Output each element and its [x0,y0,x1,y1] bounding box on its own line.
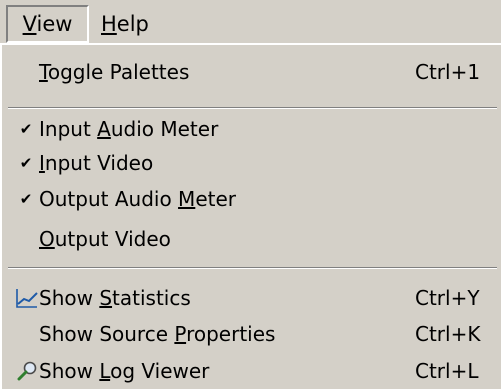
menu-view-label: View [22,12,73,36]
show-statistics-shortcut: Ctrl+Y [415,286,480,310]
toggle-palettes-label: Toggle Palettes [39,60,190,84]
menu-help-label: Help [101,12,149,36]
view-dropdown-menu: Toggle Palettes Ctrl+1 ✔ Input Audio Met… [0,43,501,389]
menu-item-toggle-palettes[interactable]: Toggle Palettes Ctrl+1 [2,55,501,89]
menu-item-show-log-viewer[interactable]: Show Log Viewer Ctrl+L [2,354,501,388]
input-audio-meter-label: Input Audio Meter [39,117,219,141]
show-log-viewer-label: Show Log Viewer [39,359,210,383]
show-statistics-label: Show Statistics [39,286,191,310]
menu-help[interactable]: Help [97,5,157,43]
menu-item-input-video[interactable]: ✔ Input Video [2,146,501,180]
statistics-chart-icon [16,289,38,308]
menu-view[interactable]: View [6,5,89,43]
check-icon: ✔ [19,190,33,208]
show-source-properties-label: Show Source Properties [39,322,276,346]
output-video-label: Output Video [39,227,171,251]
toggle-palettes-shortcut: Ctrl+1 [415,60,481,84]
menu-item-output-video[interactable]: Output Video [2,222,501,256]
menu-item-output-audio-meter[interactable]: ✔ Output Audio Meter [2,182,501,216]
menu-bar: View Help [0,0,501,44]
check-icon: ✔ [19,154,33,172]
menu-separator [8,267,497,269]
show-log-viewer-shortcut: Ctrl+L [415,359,479,383]
menu-item-show-source-properties[interactable]: Show Source Properties Ctrl+K [2,317,501,351]
show-source-properties-shortcut: Ctrl+K [415,322,481,346]
output-audio-meter-label: Output Audio Meter [39,187,236,211]
menu-separator [8,107,497,109]
menu-item-input-audio-meter[interactable]: ✔ Input Audio Meter [2,112,501,146]
check-icon: ✔ [19,120,33,138]
input-video-label: Input Video [39,151,154,175]
menu-item-show-statistics[interactable]: Show Statistics Ctrl+Y [2,281,501,315]
magnifier-icon [17,361,37,381]
